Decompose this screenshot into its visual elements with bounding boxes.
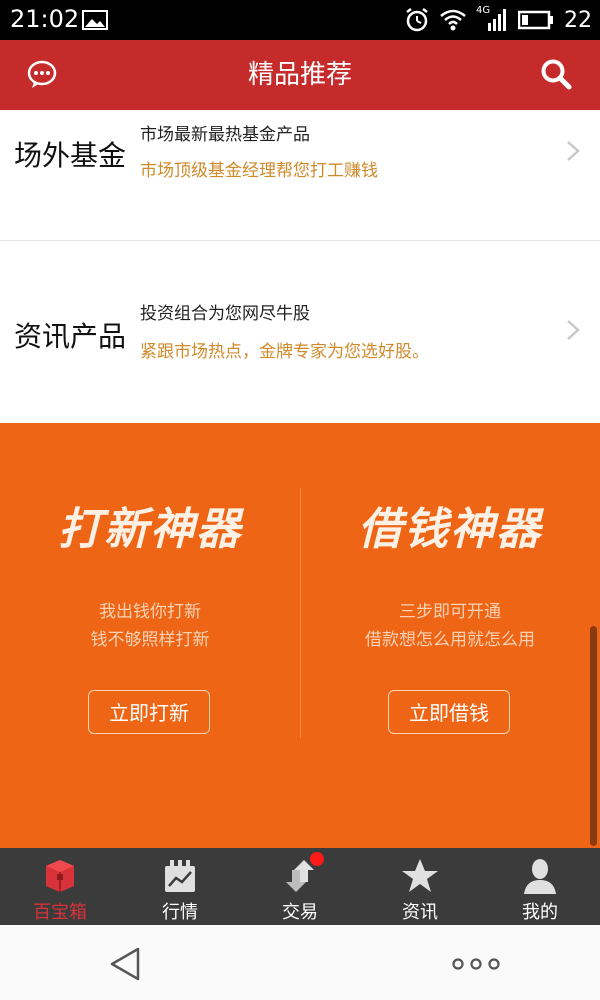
treasure-box-icon <box>46 860 74 892</box>
promo-banner: 打新神器 我出钱你打新 钱不够照样打新 立即打新 借钱神器 三步即可开通 借款想… <box>0 423 600 848</box>
promo-ipo: 打新神器 我出钱你打新 钱不够照样打新 立即打新 <box>0 423 300 848</box>
tab-label: 我的 <box>522 902 558 923</box>
list-item-description: 紧跟市场热点，金牌专家为您选好股。 <box>140 342 429 362</box>
list-item-subtitle: 投资组合为您网尽牛股 <box>140 304 310 324</box>
app-bar: 精品推荐 <box>0 40 600 110</box>
list-item-otc-fund[interactable]: 场外基金 市场最新最热基金产品 市场顶级基金经理帮您打工赚钱 <box>0 110 600 241</box>
status-icons: 4G 22 <box>404 5 592 35</box>
tab-label: 资讯 <box>402 902 438 923</box>
bottom-tab-bar: 百宝箱 行情 交易 资讯 我的 <box>0 848 600 925</box>
status-time: 21:02 <box>10 5 80 33</box>
promo-line: 借款想怎么用就怎么用 <box>365 630 535 650</box>
chevron-right-icon <box>567 320 580 340</box>
tab-trade[interactable]: 交易 <box>240 848 360 925</box>
notification-badge <box>310 852 324 866</box>
promo-loan: 借钱神器 三步即可开通 借款想怎么用就怎么用 立即借钱 <box>300 423 600 848</box>
list-item-title: 场外基金 <box>14 139 127 172</box>
borrow-now-button[interactable]: 立即借钱 <box>388 690 510 734</box>
user-icon <box>524 859 556 894</box>
system-nav-bar <box>0 925 600 1000</box>
list-item-info-product[interactable]: 资讯产品 投资组合为您网尽牛股 紧跟市场热点，金牌专家为您选好股。 <box>0 243 600 423</box>
tab-treasure-box[interactable]: 百宝箱 <box>0 848 120 925</box>
tab-label: 行情 <box>162 902 198 923</box>
promo-line: 钱不够照样打新 <box>90 630 210 650</box>
more-dots-icon[interactable] <box>452 957 500 971</box>
list-item-description: 市场顶级基金经理帮您打工赚钱 <box>140 161 378 181</box>
tab-label: 交易 <box>282 902 318 923</box>
scrollbar[interactable] <box>590 626 597 846</box>
page-title: 精品推荐 <box>247 60 352 90</box>
promo-title: 借钱神器 <box>358 504 542 555</box>
tab-mine[interactable]: 我的 <box>480 848 600 925</box>
list-item-title: 资讯产品 <box>14 320 127 353</box>
back-triangle-icon[interactable] <box>108 947 142 981</box>
star-icon <box>402 859 438 892</box>
wifi-icon <box>440 9 466 31</box>
signal-indicator: 4G <box>476 5 508 33</box>
image-icon <box>82 10 108 30</box>
list-item-subtitle: 市场最新最热基金产品 <box>140 125 310 145</box>
tab-news[interactable]: 资讯 <box>360 848 480 925</box>
status-bar: 21:02 4G 22 <box>0 0 600 40</box>
search-icon[interactable] <box>540 58 572 90</box>
promo-line: 三步即可开通 <box>399 602 501 622</box>
signal-icon <box>488 9 506 31</box>
promo-title: 打新神器 <box>58 504 242 555</box>
tab-label: 百宝箱 <box>33 902 87 923</box>
battery-level: 22 <box>564 7 592 33</box>
market-chart-icon <box>165 860 195 892</box>
battery-icon <box>518 10 553 30</box>
alarm-icon <box>406 8 428 32</box>
chevron-right-icon <box>567 141 580 161</box>
ipo-now-button[interactable]: 立即打新 <box>88 690 210 734</box>
promo-line: 我出钱你打新 <box>99 602 201 622</box>
tab-market[interactable]: 行情 <box>120 848 240 925</box>
